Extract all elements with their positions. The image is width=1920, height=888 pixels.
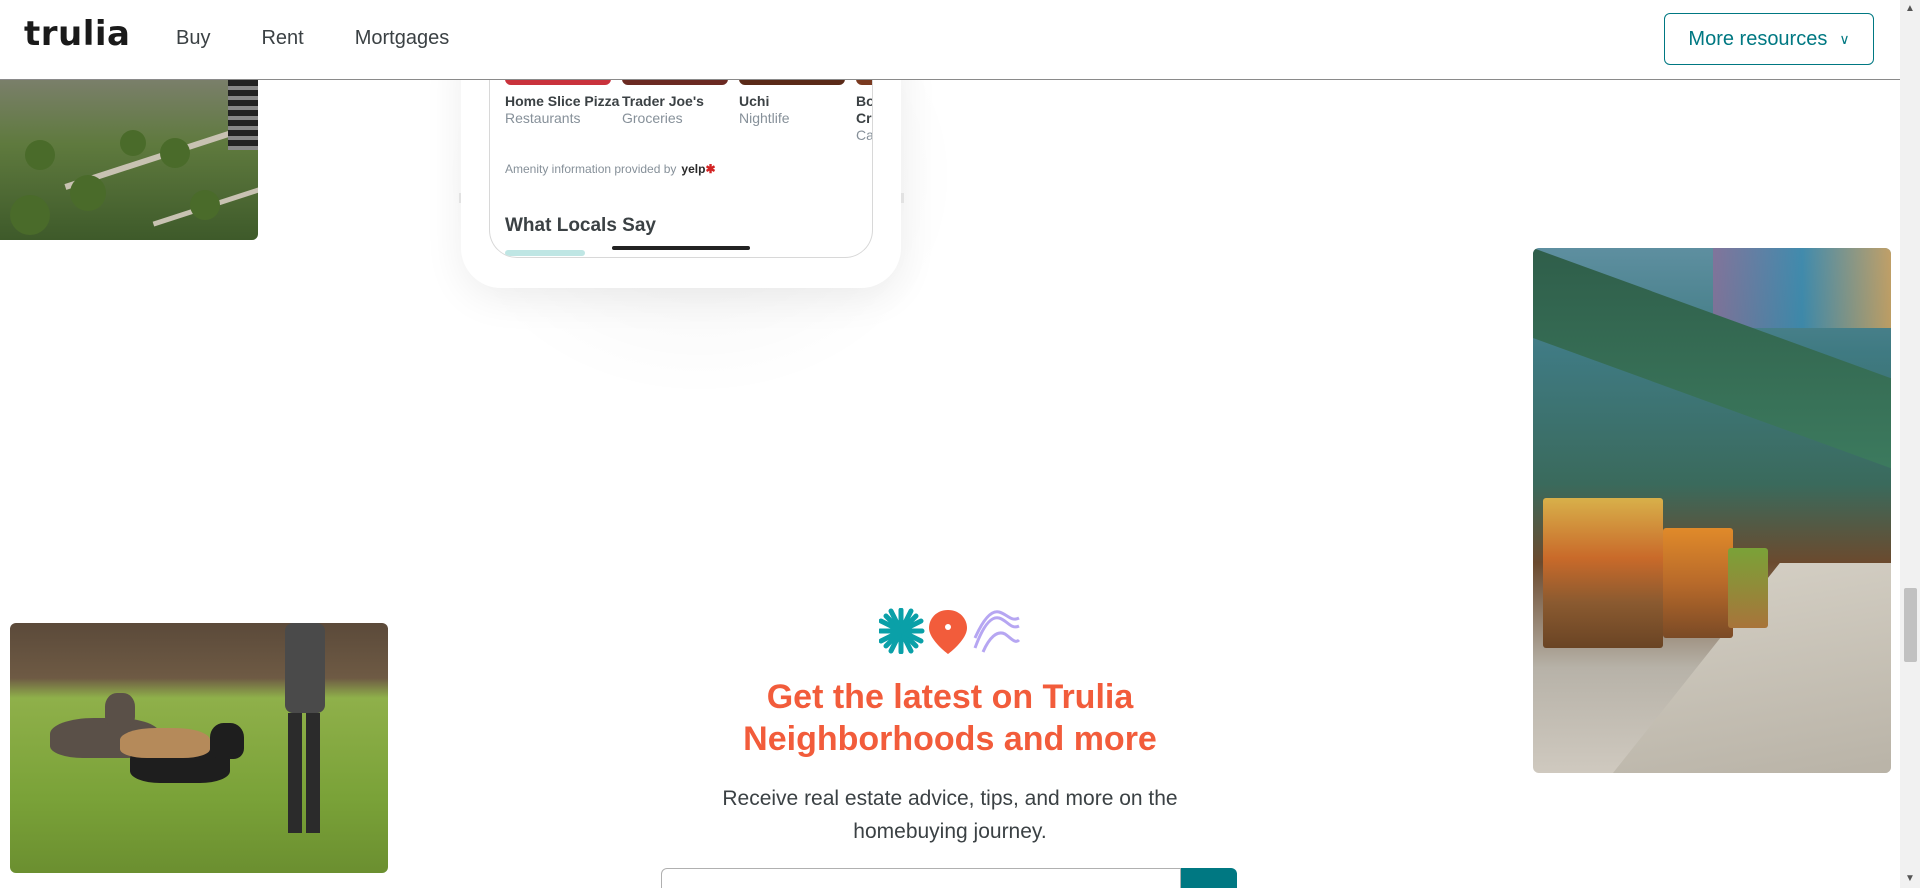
amenity-category: Nightlife [739,110,790,126]
nav-mortgages[interactable]: Mortgages [355,27,450,50]
amenity-credit: Amenity information provided by yelp✱ [505,162,716,176]
scroll-down-arrow-icon[interactable]: ▼ [1900,870,1920,888]
newsletter-subtitle: Receive real estate advice, tips, and mo… [722,787,1178,843]
amenity-name: Trader Joe's [622,93,704,109]
amenity-category: Groceries [622,110,683,126]
what-locals-say-heading: What Locals Say [505,215,656,236]
dogs-park-photo [10,623,388,873]
more-resources-label: More resources [1688,27,1828,50]
amenity-name: Uchi [739,93,770,109]
map-pin-icon [929,610,967,654]
park-aerial-photo [0,80,258,240]
waves-icon [973,610,1021,653]
subscribe-button[interactable] [1181,868,1237,888]
chevron-down-icon: ∨ [1839,30,1850,47]
scrollbar-thumb[interactable] [1904,588,1917,662]
nav-buy[interactable]: Buy [176,27,210,50]
yelp-logo: yelp✱ [681,162,716,176]
email-field[interactable] [661,868,1181,888]
review-card-peek [505,250,585,256]
page-scrollbar[interactable]: ▲ ▼ [1900,0,1920,888]
newsletter-icons [879,608,1021,654]
scroll-up-arrow-icon[interactable]: ▲ [1900,0,1920,18]
asterisk-burst-icon [879,608,925,654]
amenity-category: Restaurants [505,110,581,126]
phone-home-indicator [612,246,750,250]
amenity-name: Home Slice Pizza [505,93,620,109]
amenity-category: Ca [856,127,873,143]
amenity-name: Bo Cr [856,93,873,126]
nav-rent[interactable]: Rent [261,27,303,50]
amenity-credit-text: Amenity information provided by [505,162,677,176]
main-nav: Buy Rent Mortgages [176,27,500,50]
site-header: trulia Buy Rent Mortgages More resources… [0,0,1900,80]
more-resources-button[interactable]: More resources ∨ [1664,13,1874,65]
newsletter-title: Get the latest on Trulia Neighborhoods a… [743,678,1157,758]
market-storefront-photo [1533,248,1891,773]
trulia-logo[interactable]: trulia [24,14,130,54]
